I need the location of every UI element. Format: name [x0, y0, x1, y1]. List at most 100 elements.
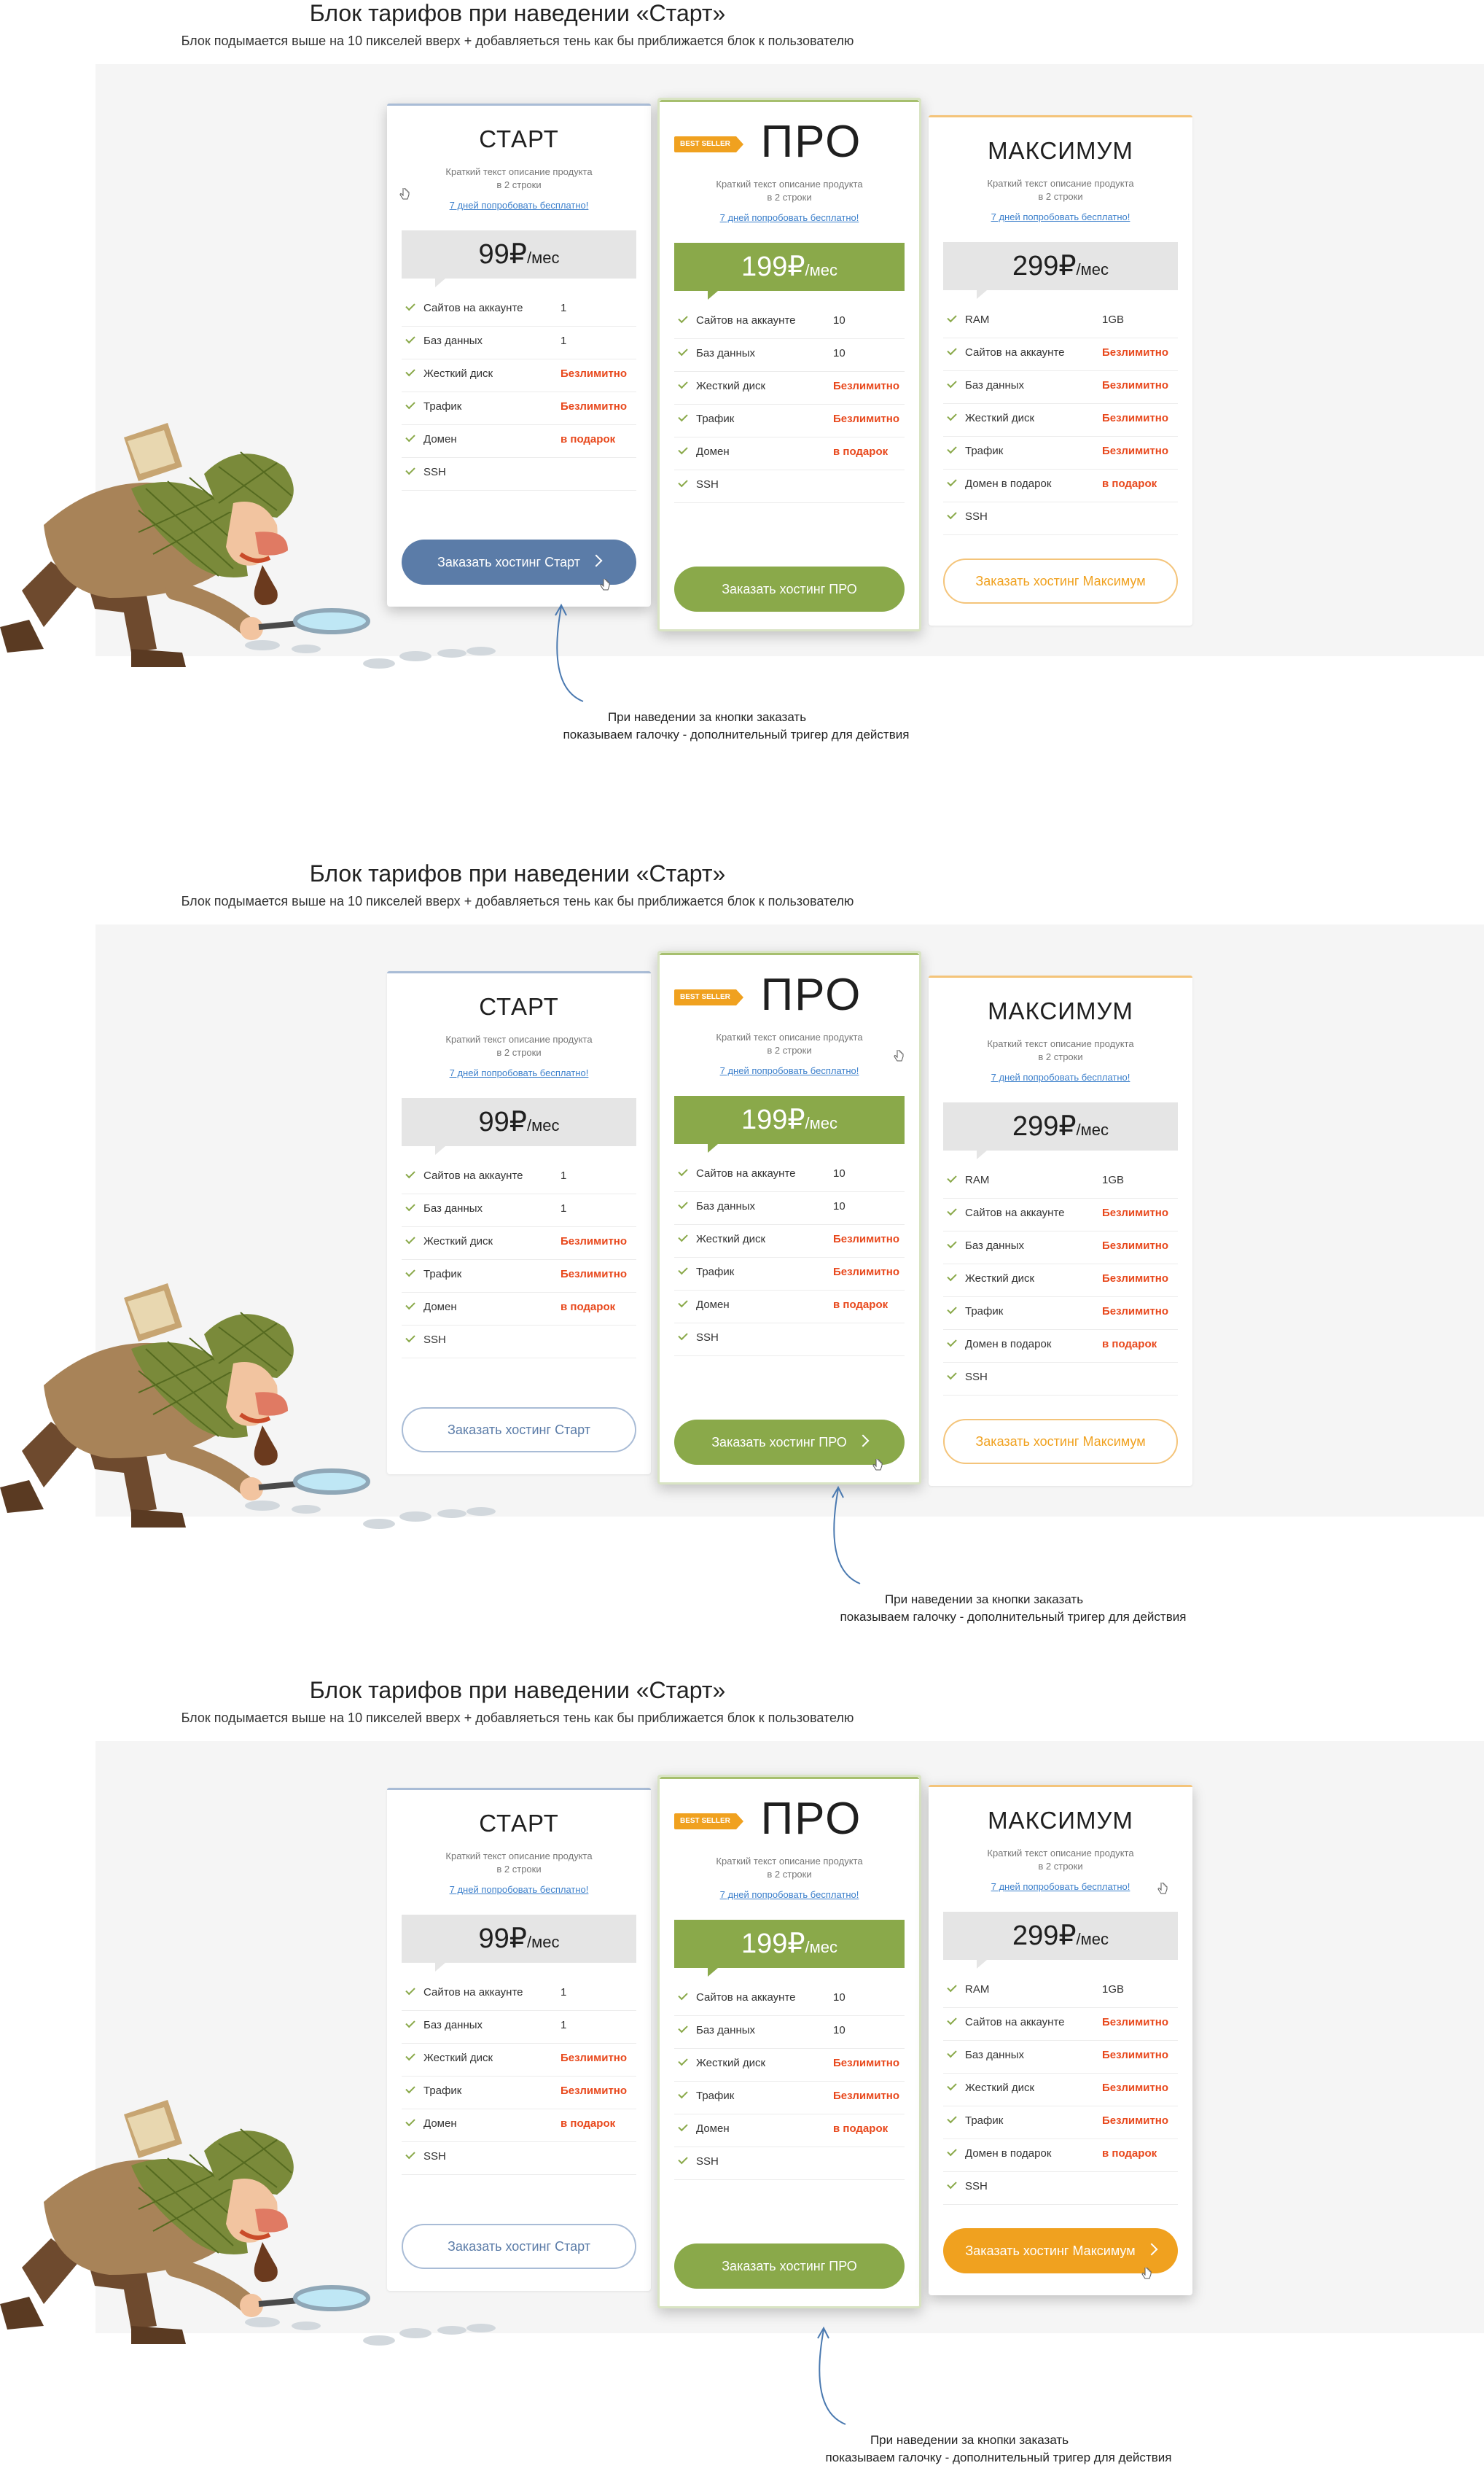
feature-value: Безлимитно [561, 2085, 628, 2097]
feature-value: Безлимитно [1102, 2114, 1169, 2127]
check-icon [678, 411, 688, 422]
feature-label: Баз данных [965, 2049, 1025, 2061]
free-trial-link[interactable]: 7 дней попробовать бесплатно! [660, 1065, 919, 1076]
feature-value: 1GB [1102, 314, 1125, 326]
plan-name: МАКСИМУМ [988, 137, 1133, 164]
feature-label: SSH [696, 478, 719, 491]
free-trial-link[interactable]: 7 дней попробовать бесплатно! [929, 211, 1192, 222]
feature-label: SSH [423, 1334, 446, 1346]
check-icon [678, 444, 688, 455]
check-icon [405, 2083, 415, 2094]
annotation-note-line2: показываем галочку - дополнительный триг… [563, 728, 910, 742]
chevron-right-icon [590, 554, 603, 567]
feature-value: 10 [833, 2024, 846, 2036]
order-start-button[interactable]: Заказать хостинг Старт [402, 1407, 636, 1452]
order-max-button[interactable]: Заказать хостинг Максимум [943, 2228, 1178, 2273]
feature-row: Трафик Безлимитно [402, 1259, 636, 1293]
feature-value: в подарок [561, 433, 616, 445]
pricing-section: Блок тарифов при наведении «Старт» Блок п… [0, 1677, 1484, 2479]
check-icon [405, 1168, 415, 1179]
plan-description-line2: в 2 строки [496, 179, 542, 190]
feature-label: Жесткий диск [696, 2057, 766, 2069]
plan-card-max[interactable]: МАКСИМУМ Краткий текст описание продукта в… [929, 115, 1192, 626]
plan-name: ПРО [760, 970, 862, 1020]
feature-value: Безлимитно [1102, 412, 1169, 424]
free-trial-link[interactable]: 7 дней попробовать бесплатно! [387, 200, 651, 211]
feature-label: Домен [696, 445, 730, 458]
check-icon [405, 366, 415, 377]
feature-row: Домен в подарок в подарок [943, 469, 1178, 502]
plan-card-max[interactable]: МАКСИМУМ Краткий текст описание продукта в… [929, 1785, 1192, 2295]
free-trial-link[interactable]: 7 дней попробовать бесплатно! [387, 1067, 651, 1078]
pointer-cursor-icon [399, 186, 410, 201]
check-icon [947, 1982, 957, 1993]
free-trial-link[interactable]: 7 дней попробовать бесплатно! [660, 212, 919, 223]
feature-row: Домен в подарок [402, 424, 636, 458]
feature-value: 1GB [1102, 1174, 1125, 1186]
plan-card-pro[interactable]: BEST SELLER ПРО Краткий текст описание про… [657, 98, 921, 631]
order-start-button[interactable]: Заказать хостинг Старт [402, 540, 636, 585]
feature-label: Домен в подарок [965, 2147, 1052, 2160]
free-trial-link[interactable]: 7 дней попробовать бесплатно! [929, 1072, 1192, 1083]
order-button-label: Заказать хостинг Старт [448, 1423, 590, 1437]
feature-value: 1GB [1102, 1983, 1125, 1996]
pricing-section: Блок тарифов при наведении «Старт» Блок п… [0, 860, 1484, 1662]
plan-card-start[interactable]: СТАРТ Краткий текст описание продукта в 2 … [387, 971, 651, 1474]
feature-value: в подарок [833, 445, 889, 458]
free-trial-link[interactable]: 7 дней попробовать бесплатно! [660, 1889, 919, 1900]
feature-label: Домен в подарок [965, 1338, 1052, 1350]
plan-card-pro[interactable]: BEST SELLER ПРО Краткий текст описание про… [657, 951, 921, 1484]
annotation-note-line1: При наведении за кнопки заказать [870, 2433, 1069, 2447]
feature-value: Безлимитно [561, 1235, 628, 1248]
feature-row: Жесткий диск Безлимитно [674, 371, 905, 405]
feature-value: Безлимитно [833, 2090, 900, 2102]
feature-value: Безлимитно [561, 367, 628, 380]
order-button-label: Заказать хостинг ПРО [722, 582, 857, 596]
feature-row: Трафик Безлимитно [402, 2076, 636, 2109]
check-icon [947, 345, 957, 356]
check-icon [678, 2023, 688, 2034]
plan-description-line1: Краткий текст описание продукта [987, 1848, 1134, 1859]
feature-row: SSH [943, 1362, 1178, 1396]
check-icon [678, 378, 688, 389]
feature-label: RAM [965, 1983, 990, 1996]
feature-value: Безлимитно [561, 400, 628, 413]
feature-row: Баз данных 1 [402, 326, 636, 359]
order-pro-button[interactable]: Заказать хостинг ПРО [674, 567, 905, 612]
plan-name: МАКСИМУМ [988, 1807, 1133, 1834]
feature-row: Трафик Безлимитно [674, 1257, 905, 1291]
free-trial-link[interactable]: 7 дней попробовать бесплатно! [929, 1881, 1192, 1892]
price-unit: /мес [1076, 260, 1109, 279]
price-value: 299₽ [1012, 1111, 1077, 1142]
section-title: Блок тарифов при наведении «Старт» [309, 860, 726, 887]
free-trial-link[interactable]: 7 дней попробовать бесплатно! [387, 1884, 651, 1895]
plan-description-line2: в 2 строки [496, 1047, 542, 1058]
order-pro-button[interactable]: Заказать хостинг ПРО [674, 1420, 905, 1465]
annotation-note-line1: При наведении за кнопки заказать [884, 1592, 1084, 1606]
plan-card-start[interactable]: СТАРТ Краткий текст описание продукта в 2 … [387, 1788, 651, 2291]
feature-label: Жесткий диск [696, 380, 766, 392]
check-icon [947, 1336, 957, 1347]
order-max-button[interactable]: Заказать хостинг Максимум [943, 1419, 1178, 1464]
feature-label: Баз данных [696, 1200, 756, 1213]
feature-value: Безлимитно [1102, 2016, 1169, 2028]
section-title: Блок тарифов при наведении «Старт» [309, 0, 726, 26]
price-unit: /мес [526, 249, 560, 267]
order-max-button[interactable]: Заказать хостинг Максимум [943, 559, 1178, 604]
feature-row: Жесткий диск Безлимитно [402, 1226, 636, 1260]
feature-label: Трафик [423, 1268, 462, 1280]
plan-card-start[interactable]: СТАРТ Краткий текст описание продукта в 2 … [387, 104, 651, 607]
feature-row: Жесткий диск Безлимитно [943, 403, 1178, 437]
annotation-arrow [809, 1482, 897, 1602]
order-button-label: Заказать хостинг Максимум [975, 1434, 1146, 1449]
plan-card-pro[interactable]: BEST SELLER ПРО Краткий текст описание про… [657, 1775, 921, 2308]
feature-label: Трафик [965, 445, 1004, 457]
feature-label: Домен [423, 1301, 457, 1313]
card-accent-line [387, 104, 651, 106]
plan-description-line1: Краткий текст описание продукта [445, 1851, 593, 1861]
plan-card-max[interactable]: МАКСИМУМ Краткий текст описание продукта в… [929, 976, 1192, 1486]
order-pro-button[interactable]: Заказать хостинг ПРО [674, 2243, 905, 2289]
feature-value: Безлимитно [561, 1268, 628, 1280]
order-start-button[interactable]: Заказать хостинг Старт [402, 2224, 636, 2269]
plan-description-line1: Краткий текст описание продукта [987, 1038, 1134, 1049]
